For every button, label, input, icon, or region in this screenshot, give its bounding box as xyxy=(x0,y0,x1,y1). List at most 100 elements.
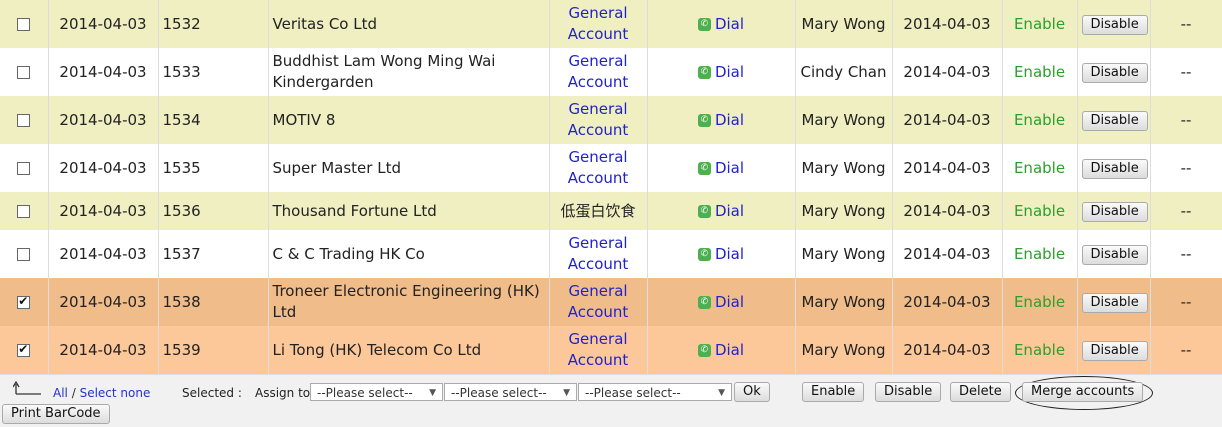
assign-select-1-value: --Please select-- xyxy=(317,386,413,400)
dial-link[interactable]: Dial xyxy=(715,15,744,33)
dial-link[interactable]: Dial xyxy=(715,245,744,263)
row-checkbox-cell xyxy=(0,96,49,144)
assign-select-1[interactable]: --Please select-- ▼ xyxy=(310,383,443,401)
staff-cell: Mary Wong xyxy=(795,0,893,48)
bulk-disable-button[interactable]: Disable xyxy=(875,382,942,402)
dial-cell: ✆ Dial xyxy=(647,192,796,230)
row-checkbox-cell xyxy=(0,230,49,278)
phone-icon: ✆ xyxy=(697,296,711,309)
dial-link[interactable]: Dial xyxy=(715,293,744,311)
category-cell[interactable]: General Account xyxy=(549,326,648,374)
row-checkbox-cell xyxy=(0,192,49,230)
phone-icon: ✆ xyxy=(697,18,711,31)
company-name-cell: Super Master Ltd xyxy=(268,144,550,192)
row-checkbox[interactable] xyxy=(17,114,31,127)
id-cell: 1539 xyxy=(158,326,269,374)
category-cell[interactable]: General Account xyxy=(549,48,648,96)
action-cell: Disable xyxy=(1077,144,1151,192)
created-date-cell: 2014-04-03 xyxy=(892,48,1003,96)
row-checkbox[interactable] xyxy=(17,293,31,309)
row-checkbox-cell xyxy=(0,48,49,96)
company-name-cell: MOTIV 8 xyxy=(268,96,550,144)
staff-cell: Mary Wong xyxy=(795,278,893,326)
bulk-enable-button[interactable]: Enable xyxy=(802,382,865,402)
row-checkbox[interactable] xyxy=(17,248,31,261)
extra-cell: -- xyxy=(1150,230,1222,278)
dial-link[interactable]: Dial xyxy=(715,341,744,359)
staff-cell: Mary Wong xyxy=(795,144,893,192)
company-name-cell: C & C Trading HK Co xyxy=(268,230,550,278)
row-disable-button[interactable]: Disable xyxy=(1081,14,1148,35)
table-row: 2014-04-03 1536 Thousand Fortune Ltd 低蛋白饮食 ✆… xyxy=(0,192,1222,230)
created-date-cell: 2014-04-03 xyxy=(892,278,1003,326)
row-disable-button[interactable]: Disable xyxy=(1081,244,1148,265)
action-cell: Disable xyxy=(1077,96,1151,144)
table-row: 2014-04-031538Troneer Electronic Enginee… xyxy=(0,278,1222,326)
dropdown-arrow-icon: ▼ xyxy=(563,388,570,398)
bulk-delete-button[interactable]: Delete xyxy=(950,382,1011,402)
dial-cell: ✆ Dial xyxy=(647,326,796,374)
dial-link[interactable]: Dial xyxy=(715,159,744,177)
merge-accounts-button[interactable]: Merge accounts xyxy=(1022,382,1144,402)
action-cell: Disable xyxy=(1077,48,1151,96)
corner-arrow-icon xyxy=(13,381,41,395)
row-checkbox[interactable] xyxy=(17,18,31,31)
dial-link[interactable]: Dial xyxy=(715,63,744,81)
status-cell: Enable xyxy=(1002,326,1078,374)
select-all-link[interactable]: All xyxy=(53,386,68,400)
ok-button[interactable]: Ok xyxy=(734,382,770,402)
category-cell: 低蛋白饮食 xyxy=(549,192,648,230)
separator: / xyxy=(71,386,76,400)
extra-cell: -- xyxy=(1150,144,1222,192)
dropdown-arrow-icon: ▼ xyxy=(429,388,436,398)
dial-cell: ✆ Dial xyxy=(647,48,796,96)
dial-link[interactable]: Dial xyxy=(715,111,744,129)
row-checkbox[interactable] xyxy=(17,66,31,79)
assign-select-2-value: --Please select-- xyxy=(451,386,547,400)
dial-link[interactable]: Dial xyxy=(715,202,744,220)
table-row: 2014-04-03 1533 Buddhist Lam Wong Ming Wai… xyxy=(0,48,1222,96)
id-cell: 1537 xyxy=(158,230,269,278)
extra-cell: -- xyxy=(1150,278,1222,326)
id-cell: 1532 xyxy=(158,0,269,48)
accounts-table: 2014-04-03 1532 Veritas Co Ltd General Acco… xyxy=(0,0,1222,374)
category-cell[interactable]: General Account xyxy=(549,230,648,278)
extra-cell: -- xyxy=(1150,192,1222,230)
staff-cell: Mary Wong xyxy=(795,326,893,374)
phone-icon: ✆ xyxy=(697,344,711,357)
row-disable-button[interactable]: Disable xyxy=(1081,62,1148,83)
date-cell: 2014-04-03 xyxy=(48,96,159,144)
row-disable-button[interactable]: Disable xyxy=(1081,110,1148,131)
date-cell: 2014-04-03 xyxy=(48,0,159,48)
assign-select-3[interactable]: --Please select-- ▼ xyxy=(578,383,732,401)
phone-icon: ✆ xyxy=(697,205,711,218)
status-cell: Enable xyxy=(1002,278,1078,326)
selection-links: All / Select none xyxy=(53,386,150,400)
row-checkbox-cell xyxy=(0,278,49,326)
row-disable-button[interactable]: Disable xyxy=(1081,201,1148,222)
status-cell: Enable xyxy=(1002,192,1078,230)
staff-cell: Mary Wong xyxy=(795,192,893,230)
row-disable-button[interactable]: Disable xyxy=(1081,340,1148,361)
extra-cell: -- xyxy=(1150,0,1222,48)
status-cell: Enable xyxy=(1002,0,1078,48)
staff-cell: Cindy Chan xyxy=(795,48,893,96)
row-checkbox[interactable] xyxy=(17,162,31,175)
row-checkbox-cell xyxy=(0,144,49,192)
row-checkbox[interactable] xyxy=(17,341,31,357)
date-cell: 2014-04-03 xyxy=(48,192,159,230)
row-checkbox[interactable] xyxy=(17,205,31,218)
dial-cell: ✆ Dial xyxy=(647,230,796,278)
row-disable-button[interactable]: Disable xyxy=(1081,158,1148,179)
select-none-link[interactable]: Select none xyxy=(80,386,151,400)
row-disable-button[interactable]: Disable xyxy=(1081,292,1148,313)
assign-select-2[interactable]: --Please select-- ▼ xyxy=(444,383,577,401)
id-cell: 1536 xyxy=(158,192,269,230)
category-cell[interactable]: General Account xyxy=(549,144,648,192)
action-cell: Disable xyxy=(1077,230,1151,278)
category-cell[interactable]: General Account xyxy=(549,278,648,326)
dial-cell: ✆ Dial xyxy=(647,96,796,144)
category-cell[interactable]: General Account xyxy=(549,96,648,144)
category-cell[interactable]: General Account xyxy=(549,0,648,48)
print-barcode-button[interactable]: Print BarCode xyxy=(2,404,110,424)
